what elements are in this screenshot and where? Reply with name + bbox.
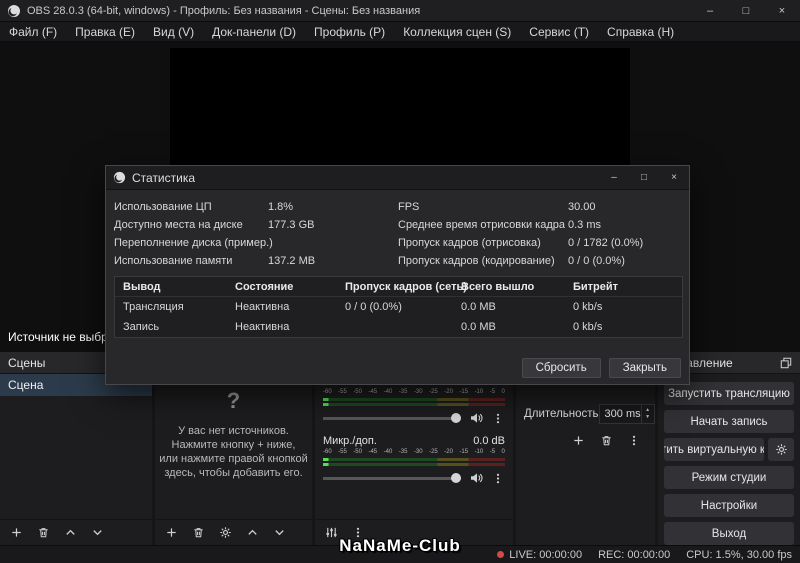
dialog-close-icon[interactable]: ×: [659, 166, 689, 189]
window-title: OBS 28.0.3 (64-bit, windows) - Профиль: …: [27, 4, 421, 17]
menu-file[interactable]: Файл (F): [0, 22, 66, 42]
live-dot-icon: [497, 551, 505, 558]
menu-profile[interactable]: Профиль (P): [305, 22, 394, 42]
duration-value: 300 ms: [604, 408, 641, 420]
menu-scene-collection[interactable]: Коллекция сцен (S): [394, 22, 520, 42]
source-properties-gear-icon[interactable]: [218, 526, 232, 540]
volume-slider[interactable]: [323, 413, 461, 423]
menu-view[interactable]: Вид (V): [144, 22, 203, 42]
virtual-camera-gear-icon[interactable]: [768, 438, 794, 461]
close-button[interactable]: Закрыть: [608, 358, 681, 378]
remove-source-button[interactable]: [191, 526, 205, 540]
remove-transition-button[interactable]: [599, 433, 613, 447]
source-down-button[interactable]: [272, 526, 286, 540]
remove-scene-button[interactable]: [36, 526, 50, 540]
scene-up-button[interactable]: [63, 526, 77, 540]
volume-meter: [323, 458, 505, 461]
reset-button[interactable]: Сбросить: [521, 358, 601, 378]
obs-logo-icon: [113, 171, 126, 184]
question-icon: ?: [226, 388, 241, 413]
scene-down-button[interactable]: [90, 526, 104, 540]
studio-mode-button[interactable]: Режим студии: [664, 466, 794, 489]
title-bar: OBS 28.0.3 (64-bit, windows) - Профиль: …: [0, 0, 800, 22]
outputs-table-header: Вывод Состояние Пропуск кадров (сеть) Всего…: [115, 277, 682, 297]
live-time: LIVE: 00:00:00: [509, 548, 583, 561]
menu-bar: Файл (F) Правка (E) Вид (V) Док-панели (…: [0, 22, 800, 42]
menu-docks[interactable]: Док-панели (D): [203, 22, 305, 42]
exit-button[interactable]: Выход: [664, 522, 794, 545]
scenes-dock-title: Сцены: [8, 355, 46, 370]
meter-scale: -60 -55 -50 -45 -40 -35 -30 -25 -20 -15 -10 -5 0: [323, 389, 505, 395]
dialog-minimize-icon[interactable]: –: [599, 166, 629, 189]
add-transition-button[interactable]: [571, 433, 585, 447]
obs-window: OBS 28.0.3 (64-bit, windows) - Профиль: …: [0, 0, 800, 563]
table-row: Запись Неактивна 0.0 MB 0 kb/s: [123, 321, 603, 333]
obs-logo-icon: [7, 4, 21, 18]
volume-slider-handle[interactable]: [451, 413, 461, 423]
speaker-icon[interactable]: [469, 471, 483, 485]
duration-label: Длительность: [524, 408, 599, 420]
source-up-button[interactable]: [245, 526, 259, 540]
mixer-source-name: Микр./доп.: [323, 435, 377, 447]
menu-edit[interactable]: Правка (E): [66, 22, 144, 42]
statistics-dialog: Статистика – □ × Использование ЦП 1.8% До…: [105, 165, 690, 385]
add-source-button[interactable]: [164, 526, 178, 540]
menu-tools[interactable]: Сервис (T): [520, 22, 598, 42]
speaker-icon[interactable]: [469, 411, 483, 425]
sources-empty-hint: ? У вас нет источников. Нажмите кнопку +…: [155, 388, 312, 480]
volume-slider-handle[interactable]: [451, 473, 461, 483]
mixer-source-db: 0.0 dB: [473, 435, 505, 447]
sources-toolbar: [155, 519, 312, 545]
settings-button[interactable]: Настройки: [664, 494, 794, 517]
volume-slider[interactable]: [323, 473, 461, 483]
start-virtual-camera-button[interactable]: Запустить виртуальную камеру: [664, 438, 764, 461]
maximize-icon[interactable]: □: [728, 0, 764, 21]
duration-spinbox[interactable]: 300 ms ▲ ▼: [598, 404, 655, 424]
watermark: NaNaMe-Club: [339, 536, 461, 555]
kebab-menu-icon[interactable]: [627, 433, 641, 447]
kebab-menu-icon[interactable]: [491, 471, 505, 485]
minimize-icon[interactable]: –: [692, 0, 728, 21]
mixer-source-2: Микр./доп. 0.0 dB -60 -55 -50 -45 -40 -35 -30-…: [315, 435, 513, 488]
dialog-title: Статистика: [132, 170, 196, 185]
cpu-usage: CPU: 1.5%, 30.00 fps: [686, 548, 792, 561]
stats-left-column: Использование ЦП 1.8% Доступно места на д…: [114, 201, 316, 267]
add-scene-button[interactable]: [9, 526, 23, 540]
kebab-menu-icon[interactable]: [491, 411, 505, 425]
outputs-table: Вывод Состояние Пропуск кадров (сеть) Всего…: [114, 276, 683, 338]
start-streaming-button[interactable]: Запустить трансляцию: [664, 382, 794, 405]
spin-down-icon[interactable]: ▼: [645, 414, 650, 421]
volume-meter: [323, 463, 505, 466]
close-icon[interactable]: ×: [764, 0, 800, 21]
rec-time: REC: 00:00:00: [598, 548, 671, 561]
dialog-title-bar: Статистика – □ ×: [106, 166, 689, 190]
menu-help[interactable]: Справка (H): [598, 22, 683, 42]
mixer-settings-icon[interactable]: [324, 526, 338, 540]
scenes-toolbar: [0, 519, 152, 545]
spin-up-icon[interactable]: ▲: [645, 407, 650, 414]
volume-meter: [323, 398, 505, 401]
dialog-maximize-icon[interactable]: □: [629, 166, 659, 189]
meter-scale: -60 -55 -50 -45 -40 -35 -30 -25 -20 -15 -10 -5 0: [323, 449, 505, 455]
table-row: Трансляция Неактивна 0 / 0 (0.0%) 0.0 MB 0 k…: [123, 301, 603, 313]
start-recording-button[interactable]: Начать запись: [664, 410, 794, 433]
popout-icon[interactable]: [780, 357, 792, 369]
window-controls: – □ ×: [692, 0, 800, 21]
stats-right-column: FPS 30.00 Среднее время отрисовки кадра 0.…: [398, 201, 644, 267]
volume-meter: [323, 403, 505, 406]
